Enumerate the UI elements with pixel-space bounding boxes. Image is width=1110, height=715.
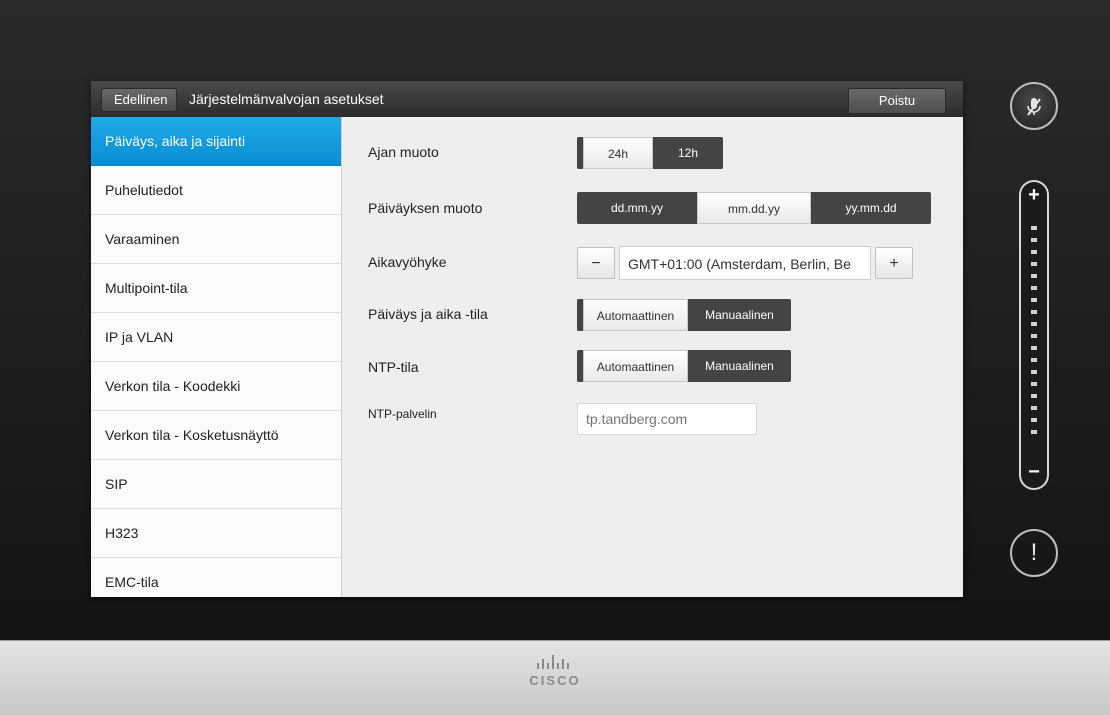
microphone-muted-icon	[1027, 98, 1041, 116]
sidebar-item-label: Verkon tila - Kosketusnäyttö	[105, 427, 279, 443]
volume-tick	[1031, 298, 1037, 302]
sidebar-item-sip[interactable]: SIP	[91, 460, 341, 509]
time-format-toggle: 24h 12h	[577, 137, 723, 169]
date-time-mode-manual[interactable]: Manuaalinen	[688, 299, 791, 331]
volume-plus-icon[interactable]: +	[1021, 184, 1047, 207]
ntp-server-label: NTP-palvelin	[368, 407, 437, 421]
alert-icon: !	[1030, 539, 1038, 566]
volume-tick	[1031, 286, 1037, 290]
sidebar-item-label: Puhelutiedot	[105, 182, 183, 198]
volume-tick	[1031, 370, 1037, 374]
cisco-bars-icon	[537, 655, 569, 669]
time-format-12h[interactable]: 12h	[653, 137, 723, 169]
date-format-dd-mm-yy[interactable]: dd.mm.yy	[577, 192, 697, 224]
plus-icon: +	[889, 255, 899, 272]
back-button[interactable]: Edellinen	[101, 88, 177, 112]
time-format-24h[interactable]: 24h	[583, 137, 653, 169]
page-title: Järjestelmänvalvojan asetukset	[189, 91, 384, 107]
sidebar-item-h323[interactable]: H323	[91, 509, 341, 558]
date-time-mode-automatic[interactable]: Automaattinen	[583, 299, 688, 331]
sidebar: Päiväys, aika ja sijainti Puhelutiedot V…	[91, 117, 342, 597]
volume-tick	[1031, 310, 1037, 314]
volume-tick	[1031, 262, 1037, 266]
date-format-yy-mm-dd[interactable]: yy.mm.dd	[811, 192, 931, 224]
title-bar: Edellinen Järjestelmänvalvojan asetukset…	[91, 81, 963, 117]
timezone-minus-button[interactable]: −	[577, 247, 615, 279]
sidebar-item-label: Verkon tila - Koodekki	[105, 378, 241, 394]
settings-content: Ajan muoto 24h 12h Päiväyksen muoto dd.m…	[342, 117, 963, 597]
date-time-mode-toggle: Automaattinen Manuaalinen	[577, 299, 791, 331]
sidebar-item-label: Päiväys, aika ja sijainti	[105, 133, 246, 149]
ntp-mode-toggle: Automaattinen Manuaalinen	[577, 350, 791, 382]
exit-button-label: Poistu	[878, 93, 916, 108]
sidebar-item-label: Varaaminen	[105, 231, 180, 247]
volume-tick	[1031, 274, 1037, 278]
minus-icon: −	[591, 255, 601, 272]
date-time-mode-label: Päiväys ja aika -tila	[368, 306, 488, 322]
volume-tick	[1031, 334, 1037, 338]
cisco-logo: CISCO	[0, 655, 1110, 688]
volume-tick	[1031, 322, 1037, 326]
sidebar-item-call-info[interactable]: Puhelutiedot	[91, 166, 341, 215]
time-format-label: Ajan muoto	[368, 144, 439, 160]
volume-tick	[1031, 358, 1037, 362]
date-format-label: Päiväyksen muoto	[368, 200, 483, 216]
sidebar-item-label: Multipoint-tila	[105, 280, 188, 296]
sidebar-item-booking[interactable]: Varaaminen	[91, 215, 341, 264]
sidebar-item-network-codec[interactable]: Verkon tila - Koodekki	[91, 362, 341, 411]
sidebar-item-network-touchpanel[interactable]: Verkon tila - Kosketusnäyttö	[91, 411, 341, 460]
timezone-plus-button[interactable]: +	[875, 247, 913, 279]
volume-tick	[1031, 394, 1037, 398]
ntp-mode-automatic[interactable]: Automaattinen	[583, 350, 688, 382]
timezone-field[interactable]: GMT+01:00 (Amsterdam, Berlin, Be	[619, 246, 871, 280]
microphone-mute-button[interactable]	[1010, 82, 1058, 130]
cisco-wordmark: CISCO	[529, 673, 581, 688]
exit-button[interactable]: Poistu	[848, 88, 946, 114]
ntp-server-input[interactable]	[577, 403, 757, 435]
ntp-mode-manual[interactable]: Manuaalinen	[688, 350, 791, 382]
volume-tick	[1031, 430, 1037, 434]
volume-minus-icon[interactable]: −	[1021, 461, 1047, 484]
settings-panel: Edellinen Järjestelmänvalvojan asetukset…	[91, 81, 963, 597]
ntp-mode-label: NTP-tila	[368, 359, 419, 375]
sidebar-item-ip-vlan[interactable]: IP ja VLAN	[91, 313, 341, 362]
screen-background: Edellinen Järjestelmänvalvojan asetukset…	[0, 0, 1110, 640]
sidebar-item-date-time-location[interactable]: Päiväys, aika ja sijainti	[91, 117, 341, 166]
date-format-toggle: dd.mm.yy mm.dd.yy yy.mm.dd	[577, 192, 931, 224]
sidebar-item-label: IP ja VLAN	[105, 329, 174, 345]
sidebar-item-multipoint[interactable]: Multipoint-tila	[91, 264, 341, 313]
sidebar-item-label: SIP	[105, 476, 128, 492]
volume-tick	[1031, 406, 1037, 410]
footer-bar: CISCO	[0, 640, 1110, 715]
back-button-label: Edellinen	[114, 92, 168, 107]
volume-slider[interactable]: + −	[1019, 180, 1049, 490]
right-rail: + − !	[998, 0, 1110, 640]
volume-tick	[1031, 238, 1037, 242]
date-format-mm-dd-yy[interactable]: mm.dd.yy	[697, 192, 811, 224]
volume-tick	[1031, 346, 1037, 350]
volume-tick	[1031, 382, 1037, 386]
sidebar-item-label: H323	[105, 525, 139, 541]
volume-tick	[1031, 250, 1037, 254]
timezone-label: Aikavyöhyke	[368, 254, 447, 270]
volume-tick	[1031, 226, 1037, 230]
sidebar-item-emc[interactable]: EMC-tila	[91, 558, 341, 597]
sidebar-item-label: EMC-tila	[105, 574, 159, 590]
alert-button[interactable]: !	[1010, 529, 1058, 577]
volume-tick	[1031, 418, 1037, 422]
